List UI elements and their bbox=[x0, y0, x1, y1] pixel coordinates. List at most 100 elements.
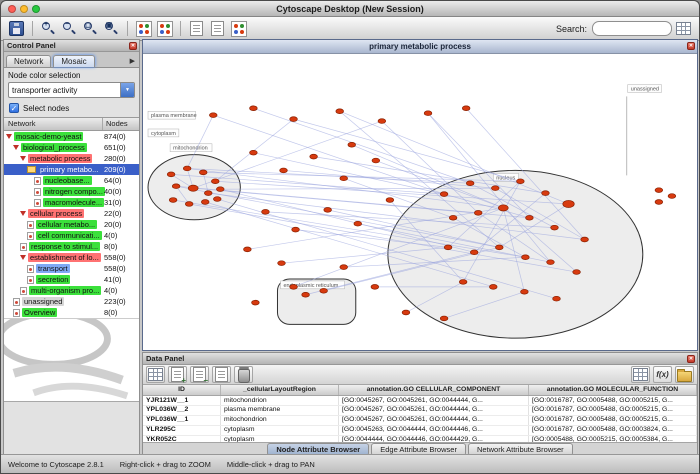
network-node[interactable] bbox=[371, 284, 379, 289]
tree-item-nitrogen-compo[interactable]: nitrogen compo...40(0) bbox=[4, 186, 139, 197]
network-node[interactable] bbox=[310, 154, 318, 159]
annotation-button[interactable] bbox=[187, 19, 206, 38]
column-header[interactable]: annotation.GO CELLULAR_COMPONENT bbox=[339, 385, 529, 395]
nucleus-region[interactable] bbox=[388, 170, 643, 338]
expand-triangle-icon[interactable] bbox=[20, 156, 26, 161]
table-row[interactable]: YLR295Ccytoplasm[GO:0045263, GO:0044444,… bbox=[143, 426, 697, 436]
nodes-column-header[interactable]: Nodes bbox=[103, 118, 139, 130]
select-attributes-button[interactable] bbox=[146, 366, 165, 383]
tab-network[interactable]: Network bbox=[6, 55, 51, 67]
node-color-dropdown[interactable]: transporter activity ▼ bbox=[8, 82, 135, 98]
network-node[interactable] bbox=[354, 221, 362, 226]
select-nodes-checkbox[interactable]: ✓ bbox=[9, 103, 19, 113]
network-node[interactable] bbox=[495, 245, 503, 250]
delete-row-button[interactable] bbox=[234, 366, 253, 383]
expand-triangle-icon[interactable] bbox=[6, 134, 12, 139]
network-node[interactable] bbox=[522, 255, 530, 260]
network-overview-button[interactable] bbox=[134, 19, 153, 38]
tree-item-metabolic-process[interactable]: metabolic process280(0) bbox=[4, 153, 139, 164]
network-node[interactable] bbox=[250, 106, 258, 111]
tree-item-biological-process[interactable]: biological_process651(0) bbox=[4, 142, 139, 153]
import-attributes-button[interactable] bbox=[675, 366, 694, 383]
network-node[interactable] bbox=[402, 310, 410, 315]
tree-item-establishment-of-lo[interactable]: establishment of lo...558(0) bbox=[4, 252, 139, 263]
network-window-titlebar[interactable]: primary metabolic process ✕ bbox=[143, 40, 697, 54]
network-node[interactable] bbox=[320, 288, 328, 293]
tree-item-overview[interactable]: Overview8(0) bbox=[4, 307, 139, 318]
network-node[interactable] bbox=[169, 198, 177, 203]
network-node[interactable] bbox=[386, 198, 394, 203]
network-node[interactable] bbox=[489, 284, 497, 289]
network-node[interactable] bbox=[444, 245, 452, 250]
network-edge[interactable] bbox=[213, 115, 444, 194]
network-node[interactable] bbox=[655, 188, 663, 193]
network-node[interactable] bbox=[563, 200, 574, 207]
network-node[interactable] bbox=[209, 113, 217, 118]
network-node[interactable] bbox=[378, 119, 386, 124]
network-node[interactable] bbox=[199, 170, 207, 175]
network-canvas[interactable]: plasma membranecytoplasmmitochondrionnuc… bbox=[143, 54, 697, 350]
network-node[interactable] bbox=[449, 215, 457, 220]
network-node[interactable] bbox=[526, 215, 534, 220]
tree-item-primary-metabo[interactable]: primary metabo...209(0) bbox=[4, 164, 139, 175]
network-window-close-button[interactable]: ✕ bbox=[687, 42, 695, 50]
network-node[interactable] bbox=[470, 250, 478, 255]
network-node[interactable] bbox=[188, 185, 198, 191]
network-node[interactable] bbox=[462, 106, 470, 111]
network-node[interactable] bbox=[551, 225, 559, 230]
network-node[interactable] bbox=[244, 247, 252, 252]
chevron-down-icon[interactable]: ▼ bbox=[120, 83, 134, 97]
network-graph[interactable]: plasma membranecytoplasmmitochondrionnuc… bbox=[143, 54, 697, 350]
expand-triangle-icon[interactable] bbox=[20, 255, 26, 260]
network-node[interactable] bbox=[250, 150, 258, 155]
network-node[interactable] bbox=[324, 208, 332, 213]
zoom-selected-button[interactable]: ▣ bbox=[102, 19, 121, 38]
zoom-in-button[interactable]: + bbox=[39, 19, 58, 38]
attribute-matrix-button[interactable] bbox=[631, 366, 650, 383]
tree-item-transport[interactable]: transport558(0) bbox=[4, 263, 139, 274]
network-node[interactable] bbox=[213, 197, 221, 202]
tab-mosaic[interactable]: Mosaic bbox=[53, 55, 94, 67]
network-node[interactable] bbox=[336, 109, 344, 114]
network-node[interactable] bbox=[547, 260, 555, 265]
column-header[interactable]: _cellularLayoutRegion bbox=[221, 385, 339, 395]
network-node[interactable] bbox=[340, 265, 348, 270]
zoom-out-button[interactable]: − bbox=[60, 19, 79, 38]
network-node[interactable] bbox=[668, 194, 676, 199]
network-node[interactable] bbox=[167, 172, 175, 177]
function-builder-button[interactable]: f(x) bbox=[653, 366, 672, 383]
network-node[interactable] bbox=[573, 270, 581, 275]
tree-item-secretion[interactable]: secretion41(0) bbox=[4, 274, 139, 285]
network-node[interactable] bbox=[302, 292, 310, 297]
tree-item-multi-organism-pro[interactable]: multi-organism pro...4(0) bbox=[4, 285, 139, 296]
data-panel-close-button[interactable]: ✕ bbox=[687, 355, 695, 363]
vizmapper-button[interactable] bbox=[155, 19, 174, 38]
network-node[interactable] bbox=[204, 191, 212, 196]
network-node[interactable] bbox=[440, 316, 448, 321]
network-node[interactable] bbox=[521, 289, 529, 294]
network-node[interactable] bbox=[185, 202, 193, 207]
network-node[interactable] bbox=[292, 227, 300, 232]
tree-item-macromolecule[interactable]: macromolecule...31(0) bbox=[4, 197, 139, 208]
network-node[interactable] bbox=[216, 187, 224, 192]
tab-scroll-arrow-icon[interactable]: ▶ bbox=[130, 57, 139, 67]
network-node[interactable] bbox=[262, 209, 270, 214]
create-attribute-button[interactable]: + bbox=[168, 366, 187, 383]
tree-item-cell-communicati[interactable]: cell communicati...4(0) bbox=[4, 230, 139, 241]
window-titlebar[interactable]: Cytoscape Desktop (New Session) bbox=[1, 1, 699, 17]
tree-item-cellular-process[interactable]: cellular process22(0) bbox=[4, 208, 139, 219]
network-node[interactable] bbox=[424, 111, 432, 116]
tree-item-response-to-stimul[interactable]: response to stimul...8(0) bbox=[4, 241, 139, 252]
network-node[interactable] bbox=[581, 237, 589, 242]
table-row[interactable]: YJR121W__1mitochondrion[GO:0045267, GO:0… bbox=[143, 396, 697, 406]
tree-item-unassigned[interactable]: unassigned223(0) bbox=[4, 296, 139, 307]
network-node[interactable] bbox=[201, 200, 209, 205]
network-node[interactable] bbox=[474, 210, 482, 215]
network-node[interactable] bbox=[553, 296, 561, 301]
network-node[interactable] bbox=[459, 280, 467, 285]
network-node[interactable] bbox=[655, 200, 663, 205]
plugin-manager-button[interactable] bbox=[208, 19, 227, 38]
network-node[interactable] bbox=[290, 284, 298, 289]
network-node[interactable] bbox=[372, 158, 380, 163]
column-header[interactable]: ID bbox=[143, 385, 221, 395]
